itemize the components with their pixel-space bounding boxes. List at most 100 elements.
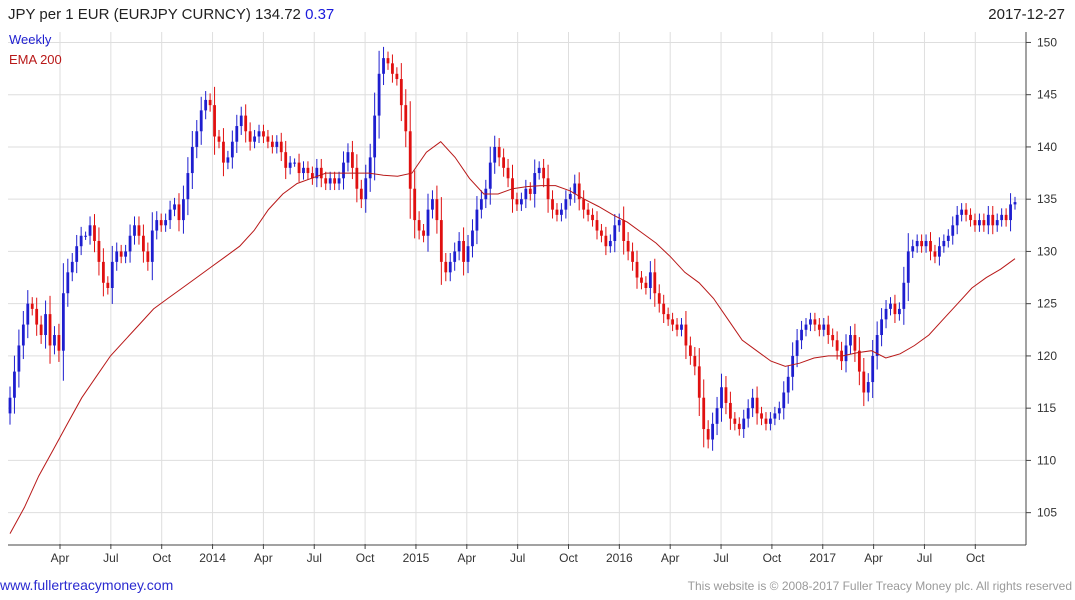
candle-body	[995, 220, 999, 226]
website-link[interactable]: www.fullertreacymoney.com	[0, 577, 173, 593]
last-price: 134.72	[255, 6, 301, 23]
candle-body	[306, 167, 310, 174]
candle-body	[57, 335, 61, 351]
candle-body	[706, 429, 710, 440]
candle-body	[266, 136, 270, 142]
candle-body	[880, 319, 883, 336]
copyright-text: This website is © 2008-2017 Fuller Treac…	[687, 579, 1072, 593]
candle-body	[230, 141, 234, 158]
x-tick-label: Oct	[966, 551, 985, 565]
x-tick-label: Jul	[917, 551, 932, 565]
candle-body	[978, 220, 981, 226]
candle-body	[21, 324, 25, 346]
candle-body	[422, 230, 425, 236]
candle-body	[724, 387, 728, 403]
candle-body	[66, 272, 70, 294]
candle-body	[737, 423, 741, 430]
candle-body	[519, 199, 523, 205]
candle-body	[297, 162, 301, 174]
candle-body	[675, 324, 679, 330]
candle-body	[551, 199, 554, 210]
candle-body	[715, 408, 719, 424]
x-axis-ticks: Apr Jul Oct 2014 Apr Jul Oct 2015 Apr Jul Oct 2016 A…	[51, 544, 985, 565]
candle-body	[666, 314, 670, 320]
candle-body	[1004, 214, 1008, 221]
candle-body	[942, 240, 946, 247]
chart-area: 105 110 115 120 125 130 135 140 145 150 Apr Jul Oct…	[8, 32, 1057, 565]
candle-body	[1000, 214, 1004, 221]
candle-body	[217, 136, 221, 142]
candle-body	[906, 251, 910, 283]
candle-body	[951, 225, 955, 236]
candle-body	[337, 178, 341, 184]
candle-body	[204, 99, 208, 111]
y-tick-label: 150	[1037, 35, 1057, 49]
candle-body	[991, 214, 995, 226]
candle-body	[253, 136, 256, 142]
candle-body	[439, 220, 443, 262]
candle-body	[101, 261, 105, 283]
candle-body	[982, 220, 986, 226]
candle-body	[222, 141, 225, 163]
candle-body	[39, 324, 43, 336]
candle-body	[159, 220, 163, 226]
candle-body	[53, 335, 56, 346]
candle-body	[173, 204, 176, 210]
candle-body	[199, 110, 203, 132]
candle-body	[190, 146, 194, 174]
y-tick-label: 140	[1037, 140, 1057, 154]
candle-body	[106, 282, 110, 288]
candle-body	[391, 63, 394, 74]
candle-body	[44, 314, 47, 336]
candle-body	[800, 329, 803, 341]
candle-body	[208, 99, 212, 106]
candle-body	[373, 115, 377, 158]
candle-body	[30, 303, 34, 309]
candle-body	[515, 199, 519, 205]
candle-body	[693, 355, 697, 367]
candle-body	[115, 251, 119, 262]
candle-body	[591, 214, 594, 221]
candle-body	[622, 220, 626, 241]
candle-body	[680, 324, 683, 330]
candle-body	[413, 188, 417, 221]
candle-body	[142, 235, 145, 252]
y-tick-label: 110	[1037, 453, 1056, 467]
x-tick-label: Oct	[763, 551, 782, 565]
candle-body	[782, 392, 786, 409]
candle-body	[915, 240, 919, 247]
candle-body	[226, 157, 230, 163]
y-tick-label: 145	[1037, 88, 1057, 102]
candle-body	[608, 240, 612, 247]
candle-body	[657, 293, 661, 304]
candle-body	[537, 167, 541, 174]
candle-body	[457, 240, 461, 252]
legend-ema: EMA 200	[9, 52, 62, 67]
candle-body	[213, 105, 216, 137]
candle-body	[48, 314, 52, 346]
candle-body	[333, 178, 337, 184]
candle-body	[319, 167, 323, 179]
candle-body	[475, 209, 479, 231]
candle-body	[684, 324, 688, 346]
candle-body	[324, 178, 328, 184]
candle-body	[835, 340, 839, 351]
candle-body	[417, 220, 421, 231]
x-tick-label: 2015	[403, 551, 430, 565]
candle-body	[809, 319, 812, 325]
candle-body	[555, 209, 559, 215]
x-tick-label: Apr	[661, 551, 680, 565]
candle-body	[453, 251, 457, 262]
candle-body	[773, 413, 777, 419]
y-tick-label: 130	[1037, 244, 1057, 258]
candle-body	[351, 152, 354, 168]
candle-body	[617, 220, 621, 226]
candle-body	[644, 282, 648, 288]
candle-body	[262, 131, 265, 137]
candle-body	[986, 214, 990, 226]
candle-body	[435, 199, 439, 221]
candle-body	[382, 58, 385, 74]
y-tick-label: 105	[1037, 506, 1057, 520]
candle-body	[288, 162, 292, 168]
candle-body	[164, 220, 168, 226]
